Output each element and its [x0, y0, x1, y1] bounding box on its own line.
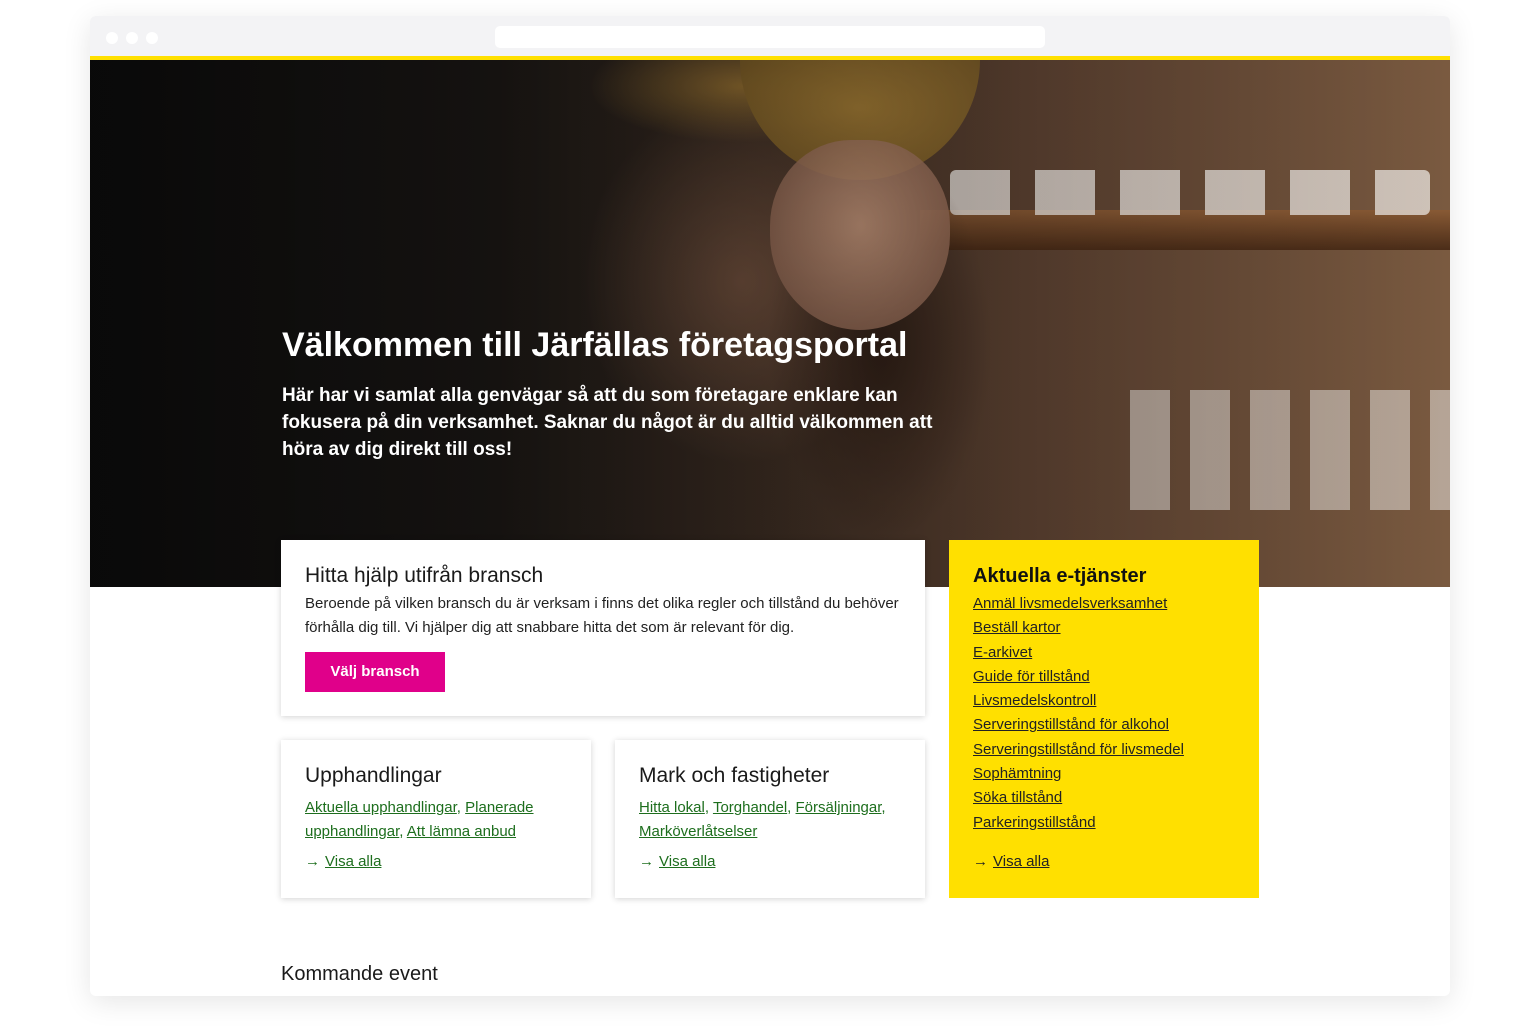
etjanst-link[interactable]: Livsmedelskontroll — [973, 689, 1184, 713]
link-forsaljningar[interactable]: Försäljningar — [796, 799, 882, 816]
browser-window: Välkommen till Järfällas företagsportal … — [90, 16, 1450, 996]
upphandlingar-visa-alla[interactable]: → Visa alla — [305, 852, 381, 872]
visa-alla-label[interactable]: Visa alla — [325, 853, 381, 870]
link-markoverlatselser[interactable]: Marköverlåtselser — [639, 823, 757, 840]
etjanst-link[interactable]: E-arkivet — [973, 641, 1184, 665]
etjanst-link[interactable]: Söka tillstånd — [973, 786, 1184, 810]
etjanster-list: Anmäl livsmedelsverksamhet Beställ karto… — [973, 592, 1184, 835]
hero-title: Välkommen till Järfällas företagsportal — [282, 326, 908, 364]
bransch-text: Beroende på vilken bransch du är verksam… — [305, 595, 899, 636]
mark-title: Mark och fastigheter — [639, 764, 830, 787]
bransch-title: Hitta hjälp utifrån bransch — [305, 564, 544, 587]
link-aktuella-upphandlingar[interactable]: Aktuella upphandlingar — [305, 799, 457, 816]
bransch-card: Hitta hjälp utifrån bransch Beroende på … — [281, 540, 925, 716]
etjanst-link[interactable]: Serveringstillstånd för alkohol — [973, 713, 1184, 737]
etjanst-link[interactable]: Serveringstillstånd för livsmedel — [973, 738, 1184, 762]
upphandlingar-title: Upphandlingar — [305, 764, 442, 787]
browser-chrome — [90, 16, 1450, 58]
hero-text: Här har vi samlat alla genvägar så att d… — [282, 385, 933, 460]
upphandlingar-card: Upphandlingar Aktuella upphandlingar, Pl… — [281, 740, 591, 898]
etjanster-card: Aktuella e-tjänster Anmäl livsmedelsverk… — [949, 540, 1259, 898]
etjanst-link[interactable]: Guide för tillstånd — [973, 665, 1184, 689]
valj-bransch-button[interactable]: Välj bransch — [305, 652, 445, 692]
etjanst-link[interactable]: Parkeringstillstånd — [973, 811, 1184, 835]
visa-alla-label[interactable]: Visa alla — [993, 853, 1049, 870]
arrow-right-icon: → — [305, 853, 320, 870]
mark-visa-alla[interactable]: → Visa alla — [639, 852, 715, 872]
window-dot-maximize[interactable] — [146, 32, 158, 44]
mark-links: Hitta lokal, Torghandel, Försäljningar, … — [639, 799, 886, 840]
kommande-event-heading: Kommande event — [281, 963, 438, 985]
link-torghandel[interactable]: Torghandel — [713, 799, 787, 816]
etjanster-title: Aktuella e-tjänster — [973, 565, 1147, 587]
upphandlingar-links: Aktuella upphandlingar, Planerade upphan… — [305, 799, 534, 840]
link-hitta-lokal[interactable]: Hitta lokal — [639, 799, 705, 816]
link-att-lamna-anbud[interactable]: Att lämna anbud — [407, 823, 516, 840]
visa-alla-label[interactable]: Visa alla — [659, 853, 715, 870]
address-bar[interactable] — [495, 26, 1045, 48]
window-dot-close[interactable] — [106, 32, 118, 44]
etjanst-link[interactable]: Beställ kartor — [973, 616, 1184, 640]
etjanst-link[interactable]: Anmäl livsmedelsverksamhet — [973, 592, 1184, 616]
mark-fastigheter-card: Mark och fastigheter Hitta lokal, Torgha… — [615, 740, 925, 898]
etjanst-link[interactable]: Sophämtning — [973, 762, 1184, 786]
arrow-right-icon: → — [973, 853, 988, 870]
arrow-right-icon: → — [639, 853, 654, 870]
hero-banner: Välkommen till Järfällas företagsportal … — [90, 60, 1450, 587]
window-dot-minimize[interactable] — [126, 32, 138, 44]
etjanster-visa-alla[interactable]: → Visa alla — [973, 852, 1049, 872]
